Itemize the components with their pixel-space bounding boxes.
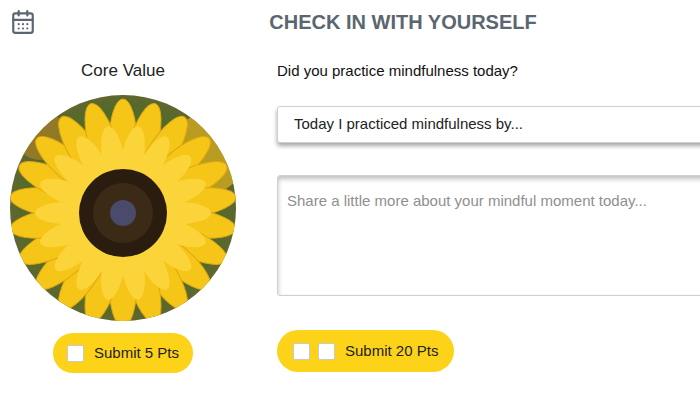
- question-label: Did you practice mindfulness today?: [277, 60, 700, 82]
- checkbox[interactable]: [318, 343, 335, 360]
- mindfulness-select[interactable]: Today I practiced mindfulness by...: [277, 106, 700, 143]
- check-in-page: CHECK IN WITH YOURSELF Core Value Submit 5…: [0, 0, 700, 400]
- page-title: CHECK IN WITH YOURSELF: [36, 8, 700, 36]
- submit-20-button[interactable]: Submit 20 Pts: [277, 330, 454, 372]
- core-value-panel: Core Value Submit 5 Pts: [0, 60, 246, 400]
- checkbox[interactable]: [293, 343, 310, 360]
- mindful-moment-textarea[interactable]: [277, 175, 700, 296]
- calendar-icon[interactable]: [10, 9, 36, 35]
- checkbox[interactable]: [67, 345, 84, 362]
- mindfulness-panel: Did you practice mindfulness today? Today…: [246, 60, 700, 400]
- sunflower-photo: [10, 95, 236, 321]
- core-value-label: Core Value: [81, 60, 165, 82]
- header: CHECK IN WITH YOURSELF: [0, 0, 700, 36]
- submit-5-button[interactable]: Submit 5 Pts: [53, 333, 193, 373]
